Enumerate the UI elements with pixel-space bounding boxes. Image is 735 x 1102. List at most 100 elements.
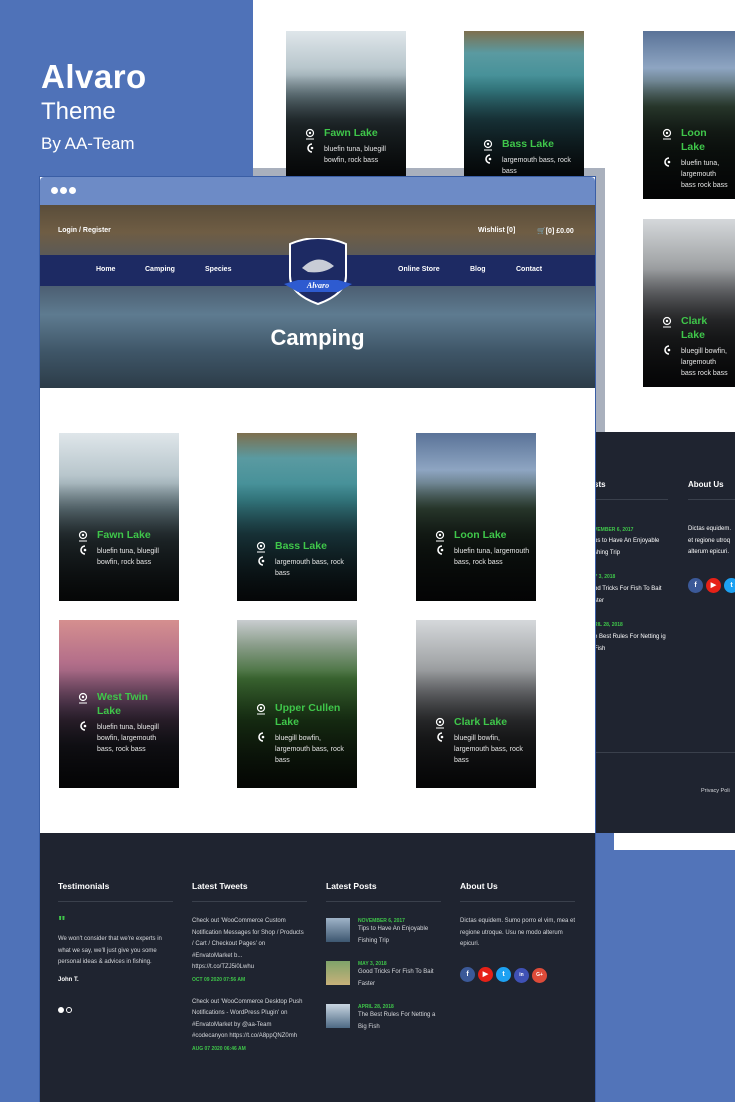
window-dot-icon [60, 187, 67, 194]
map-pin-icon [77, 529, 89, 542]
lake-name[interactable]: Upper Cullen Lake [275, 701, 351, 729]
linkedin-icon[interactable]: in [514, 967, 529, 983]
lake-name[interactable]: Bass Lake [502, 137, 554, 151]
map-pin-icon [255, 702, 267, 715]
site-footer: Testimonials " We won't consider that we… [40, 833, 595, 1102]
fish-hook-icon [482, 152, 494, 164]
posts-column: Latest Posts NOVEMBER 6, 2017 Tips to Hav… [326, 881, 441, 1033]
decor-block [594, 850, 735, 1102]
post-title[interactable]: Good Tricks For Fish To Bait Faster [358, 967, 440, 990]
facebook-icon[interactable]: f [460, 966, 475, 982]
window-dot-icon [69, 187, 76, 194]
back-post-title[interactable]: ps to Have An Enjoyable shing Trip [594, 536, 669, 559]
post-thumbnail [326, 1004, 350, 1028]
testimonial-quote: We won't consider that we're experts in … [58, 936, 162, 965]
lake-card-bass[interactable]: Bass Lake largemouth bass, rock bass [237, 433, 357, 601]
fish-hook-icon [434, 730, 446, 742]
back-lake-card-bass[interactable]: Bass Lake largemouth bass, rock bass [464, 31, 584, 178]
pager-dot-active[interactable] [58, 1006, 64, 1013]
nav-online-store[interactable]: Online Store [398, 266, 440, 273]
back-social-icons: f ▶ t [688, 574, 735, 593]
lake-name[interactable]: Bass Lake [275, 539, 327, 553]
post-thumbnail [326, 961, 350, 985]
post-title[interactable]: Tips to Have An Enjoyable Fishing Trip [358, 924, 440, 947]
twitter-icon[interactable]: t [724, 578, 735, 593]
site-logo[interactable]: Alvaro [284, 237, 352, 308]
twitter-icon[interactable]: t [496, 966, 511, 982]
back-lake-card-loon[interactable]: Loon Lake bluefin tuna, largemouth bass … [643, 31, 735, 199]
cart-icon: 🛒 [537, 228, 546, 235]
back-post-title[interactable]: e Best Rules For Netting ig Fish [594, 632, 669, 655]
tweet-text[interactable]: Check out 'WooCommerce Custom Notificati… [192, 916, 304, 974]
post-item[interactable]: APRIL 28, 2018 The Best Rules For Netting… [326, 1004, 441, 1033]
lake-card-west-twin[interactable]: West Twin Lake bluefin tuna, bluegill bo… [59, 620, 179, 788]
back-lake-card-clark[interactable]: Clark Lake bluegill bowfin, largemouth b… [643, 219, 735, 387]
fish-hook-icon [255, 554, 267, 566]
post-title[interactable]: The Best Rules For Netting a Big Fish [358, 1010, 440, 1033]
fish-hook-icon [661, 155, 673, 167]
post-item[interactable]: NOVEMBER 6, 2017 Tips to Have An Enjoyabl… [326, 918, 441, 947]
lake-card-fawn[interactable]: Fawn Lake bluefin tuna, bluegill bowfin,… [59, 433, 179, 601]
map-pin-icon [482, 138, 494, 151]
map-pin-icon [255, 540, 267, 553]
tweet-text[interactable]: Check out 'WooCommerce Desktop Push Noti… [192, 997, 304, 1043]
google-plus-icon[interactable]: G+ [532, 967, 547, 983]
window-titlebar [40, 177, 595, 205]
quote-icon: " [58, 914, 66, 931]
lake-card-loon[interactable]: Loon Lake bluefin tuna, largemouth bass,… [416, 433, 536, 601]
lake-name[interactable]: Clark Lake [454, 715, 507, 729]
lake-name[interactable]: Fawn Lake [324, 126, 378, 140]
lake-card-clark[interactable]: Clark Lake bluegill bowfin, largemouth b… [416, 620, 536, 788]
nav-contact[interactable]: Contact [516, 266, 542, 273]
back-post-date: VEMBER 6, 2017 [594, 527, 634, 533]
fish-hook-icon [77, 543, 89, 555]
nav-camping[interactable]: Camping [145, 266, 175, 273]
lake-fish: bluegill bowfin, largemouth bass, rock b… [275, 735, 344, 764]
brand-block: Alvaro Theme By AA-Team [41, 58, 147, 154]
fish-hook-icon [255, 730, 267, 742]
map-pin-icon [77, 691, 89, 704]
brand-title: Alvaro [41, 58, 147, 95]
youtube-icon[interactable]: ▶ [478, 966, 493, 982]
brand-author: By AA-Team [41, 134, 135, 153]
facebook-icon[interactable]: f [688, 578, 703, 593]
lake-card-upper-cullen[interactable]: Upper Cullen Lake bluegill bowfin, large… [237, 620, 357, 788]
lake-name[interactable]: West Twin Lake [97, 690, 173, 718]
brand-subtitle: Theme [41, 98, 116, 125]
lake-name[interactable]: Fawn Lake [97, 528, 151, 542]
back-privacy-link[interactable]: Privacy Poli [701, 788, 730, 794]
nav-blog[interactable]: Blog [470, 266, 486, 273]
map-pin-icon [661, 315, 673, 328]
lake-name[interactable]: Clark Lake [681, 314, 729, 342]
back-footer-about-heading: About Us [688, 480, 724, 489]
pager-dot[interactable] [66, 1006, 72, 1013]
lake-name[interactable]: Loon Lake [454, 528, 507, 542]
hero-banner: Login / Register Wishlist [0] 🛒[0] £0.00… [40, 205, 595, 388]
map-pin-icon [434, 716, 446, 729]
back-lake-card-fawn[interactable]: Fawn Lake bluefin tuna, bluegill bowfin,… [286, 31, 406, 178]
map-pin-icon [661, 127, 673, 140]
fish-hook-icon [304, 141, 316, 153]
lake-name[interactable]: Loon Lake [681, 126, 729, 154]
back-post-date: Y 3, 2018 [594, 574, 616, 580]
nav-species[interactable]: Species [205, 266, 231, 273]
lake-fish: bluegill bowfin, largemouth bass rock ba… [681, 348, 728, 377]
testimonial-pager [58, 1006, 176, 1013]
login-register-link[interactable]: Login / Register [58, 227, 111, 234]
browser-window: Login / Register Wishlist [0] 🛒[0] £0.00… [40, 177, 595, 1102]
cart-link[interactable]: 🛒[0] £0.00 [537, 227, 574, 235]
wishlist-link[interactable]: Wishlist [0] [478, 227, 515, 234]
back-post-title[interactable]: od Tricks For Fish To Bait ster [594, 584, 669, 607]
lake-fish: largemouth bass, rock bass [502, 157, 571, 175]
post-item[interactable]: MAY 3, 2018 Good Tricks For Fish To Bait … [326, 961, 441, 990]
social-icons: f ▶ t in G+ [460, 963, 578, 983]
back-about-text: Dictas equidem. et regione utroq alterum… [688, 526, 732, 555]
youtube-icon[interactable]: ▶ [706, 578, 721, 593]
logo-text: Alvaro [306, 281, 330, 290]
about-text: Dictas equidem. Sumo porro el vim, mea e… [460, 918, 576, 947]
lake-fish: bluegill bowfin, largemouth bass, rock b… [454, 735, 523, 764]
map-pin-icon [434, 529, 446, 542]
fish-hook-icon [661, 343, 673, 355]
tweet-date: OCT 09 2020 07:56 AM [192, 976, 246, 983]
nav-home[interactable]: Home [96, 266, 115, 273]
